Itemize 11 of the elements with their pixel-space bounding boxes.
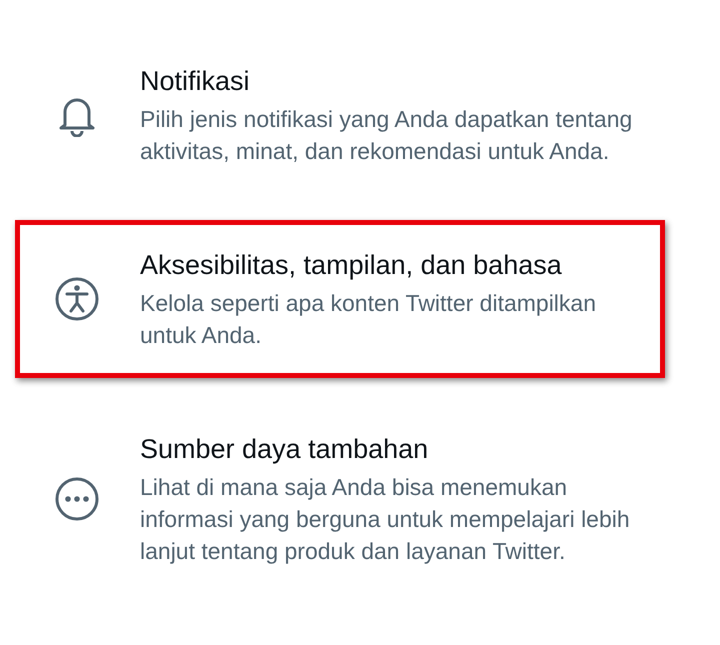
accessibility-icon — [54, 276, 100, 322]
more-options-icon — [54, 476, 100, 522]
item-title: Sumber daya tambahan — [140, 433, 430, 466]
settings-item[interactable]: Notifikasi Pilih jenis notifikasi yang Anda dapatkan tentang aktivitas, minat, dan rekomendasi untuk Anda. — [15, 52, 665, 178]
item-description: Pilih jenis notifikasi yang Anda dapatkan tentang aktivitas, minat, dan rekomendasi untuk Anda. — [140, 105, 634, 166]
item-description: Kelola seperti apa konten Twitter ditampilkan untuk Anda. — [140, 289, 598, 350]
item-description: Lihat di mana saja Anda bisa menemukan informasi yang berguna untuk mempelajari lebih lanjut tentang produk dan layanan Twitter. — [140, 473, 631, 566]
item-title: Notifikasi — [140, 65, 251, 98]
settings-item[interactable]: Sumber daya tambahan Lihat di mana saja Anda bisa menemukan informasi yang berguna untuk mempelajari lebih lanjut tentang produk dan layanan Twitter. — [15, 420, 665, 578]
highlight-frame[interactable]: Aksesibilitas, tampilan, dan bahasa Kelola seperti apa konten Twitter ditampilkan untuk Anda. — [15, 220, 665, 378]
item-title: Aksesibilitas, tampilan, dan bahasa — [140, 249, 563, 282]
